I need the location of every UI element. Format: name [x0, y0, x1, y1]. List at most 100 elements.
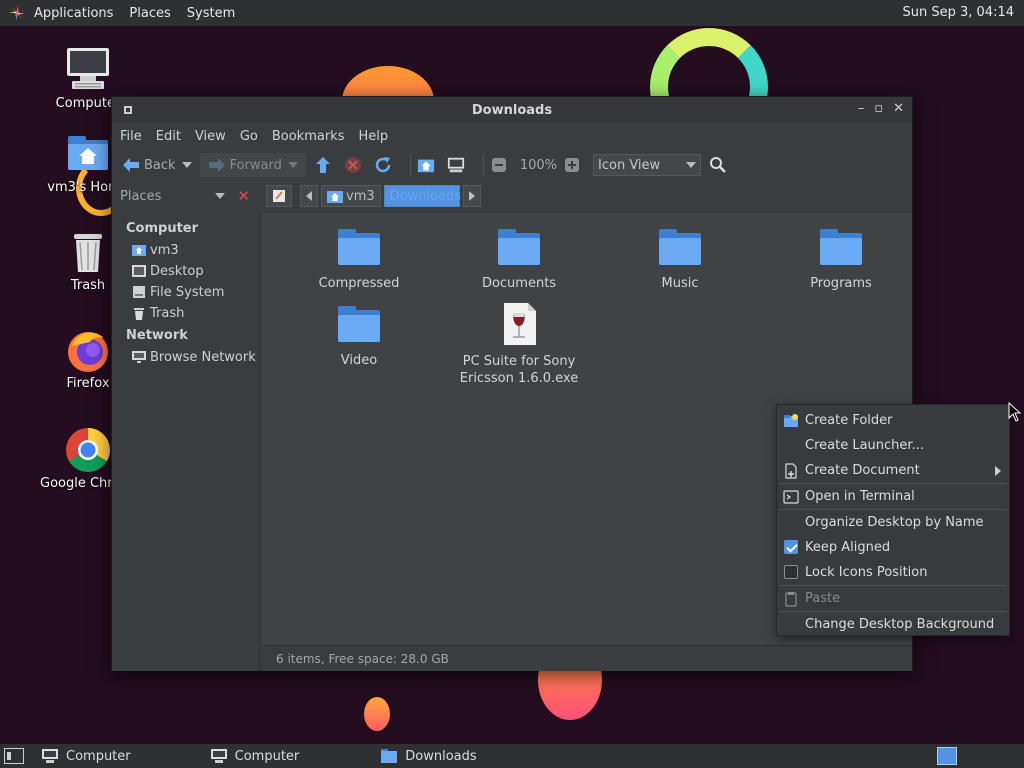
file-item-documents[interactable]: Documents — [459, 229, 579, 292]
menubar: File Edit View Go Bookmarks Help — [112, 123, 912, 149]
zoom-in-button[interactable] — [563, 156, 585, 174]
sidebar-item-file-system[interactable]: File System — [112, 282, 259, 303]
desktop-icon — [132, 264, 146, 279]
home-button[interactable] — [417, 156, 439, 174]
up-button[interactable] — [314, 156, 336, 174]
home-icon — [327, 190, 343, 203]
stop-button[interactable] — [344, 156, 366, 174]
chevron-right-icon — [995, 466, 1001, 476]
file-name: Video — [340, 353, 378, 368]
side-pane-selector[interactable]: Places ✕ — [112, 187, 260, 205]
menu-item-label: Lock Icons Position — [805, 565, 928, 580]
home-folder-icon — [64, 130, 112, 178]
applications-logo-icon[interactable] — [8, 4, 26, 22]
breadcrumb-scroll-left[interactable] — [300, 185, 318, 207]
taskbar-item-downloads[interactable]: Downloads — [381, 748, 477, 764]
zoom-out-icon — [490, 156, 508, 174]
folder-icon — [336, 306, 382, 346]
file-name: Compressed — [318, 276, 400, 291]
toggle-location-entry-button[interactable] — [266, 185, 292, 207]
applications-menu[interactable]: Applications — [34, 6, 113, 21]
file-item-programs[interactable]: Programs — [781, 229, 901, 292]
task-label: Downloads — [405, 748, 477, 764]
menu-item-lock-icons[interactable]: Lock Icons Position — [777, 560, 1009, 585]
window-title: Downloads — [471, 102, 553, 118]
menu-item-create-folder[interactable]: Create Folder — [777, 408, 1009, 433]
file-name: Documents — [481, 276, 557, 291]
computer-icon — [210, 749, 227, 763]
statusbar: 6 items, Free space: 28.0 GB — [262, 645, 912, 671]
chevron-down-icon[interactable] — [215, 193, 226, 199]
minimize-button[interactable]: – — [858, 101, 865, 116]
file-item-music[interactable]: Music — [620, 229, 740, 292]
sidebar-item-browse-network[interactable]: Browse Network — [112, 347, 259, 368]
chevron-down-icon[interactable] — [287, 162, 298, 168]
computer-button[interactable] — [447, 156, 469, 174]
menu-item-paste[interactable]: Paste — [777, 586, 1009, 611]
new-document-icon — [785, 463, 797, 479]
window-menu-icon[interactable] — [124, 106, 132, 114]
menu-go[interactable]: Go — [240, 129, 258, 144]
folder-icon — [496, 229, 542, 269]
home-icon — [417, 156, 435, 174]
chevron-right-icon — [468, 191, 475, 201]
menu-file[interactable]: File — [120, 129, 142, 144]
sidebar-item-home[interactable]: vm3 — [112, 240, 259, 261]
file-name: Music — [661, 276, 699, 291]
close-pane-icon[interactable]: ✕ — [237, 187, 250, 205]
search-button[interactable] — [709, 156, 731, 174]
system-menu[interactable]: System — [187, 6, 235, 21]
checkbox-unchecked-icon[interactable] — [784, 565, 798, 579]
menu-item-keep-aligned[interactable]: Keep Aligned — [777, 535, 1009, 560]
sidebar-item-desktop[interactable]: Desktop — [112, 261, 259, 282]
taskbar-item-computer[interactable]: Computer — [42, 749, 131, 764]
zoom-out-button[interactable] — [490, 156, 512, 174]
breadcrumb-scroll-right[interactable] — [462, 185, 481, 207]
menu-item-change-background[interactable]: Change Desktop Background — [777, 612, 1009, 637]
close-window-button[interactable]: ✕ — [893, 101, 904, 116]
window-titlebar[interactable]: Downloads – ▫ ✕ — [112, 97, 912, 123]
menu-item-label: Open in Terminal — [805, 489, 915, 504]
menu-item-open-terminal[interactable]: Open in Terminal — [777, 484, 1009, 509]
reload-button[interactable] — [374, 156, 396, 174]
taskbar-item-computer-2[interactable]: Computer — [210, 749, 299, 764]
new-folder-icon — [784, 414, 798, 427]
file-name: PC Suite for Sony Ericsson 1.6.0.exe — [459, 354, 579, 386]
menu-help[interactable]: Help — [358, 129, 388, 144]
sidebar-item-trash[interactable]: Trash — [112, 303, 259, 324]
places-menu[interactable]: Places — [129, 6, 170, 21]
show-desktop-button[interactable] — [4, 748, 24, 764]
menu-item-organize-by-name[interactable]: Organize Desktop by Name — [777, 510, 1009, 535]
menu-item-create-document[interactable]: Create Document — [777, 458, 1009, 483]
sidebar-item-label: Browse Network — [150, 350, 256, 365]
maximize-button[interactable]: ▫ — [874, 101, 883, 116]
arrow-right-icon — [208, 156, 226, 174]
home-icon — [132, 244, 146, 258]
file-item-video[interactable]: Video — [299, 306, 419, 369]
back-button[interactable]: Back — [122, 156, 192, 174]
breadcrumb-home-label: vm3 — [346, 188, 375, 204]
menu-bookmarks[interactable]: Bookmarks — [272, 129, 345, 144]
menu-view[interactable]: View — [195, 129, 226, 144]
menu-item-create-launcher[interactable]: Create Launcher... — [777, 433, 1009, 458]
view-mode-select[interactable]: Icon View — [593, 154, 702, 176]
workspace-switcher[interactable] — [937, 747, 957, 765]
chevron-down-icon[interactable] — [181, 162, 192, 168]
breadcrumb-home[interactable]: vm3 — [321, 185, 381, 207]
file-item-compressed[interactable]: Compressed — [299, 229, 419, 292]
view-mode-value: Icon View — [598, 157, 661, 173]
clock[interactable]: Sun Sep 3, 04:14 — [903, 5, 1015, 20]
forward-button[interactable]: Forward — [199, 153, 306, 177]
file-item-pc-suite-exe[interactable]: PC Suite for Sony Ericsson 1.6.0.exe — [449, 301, 589, 387]
breadcrumb-current-label: Downloads — [389, 188, 462, 204]
breadcrumb-current[interactable]: Downloads — [383, 185, 462, 207]
chrome-icon — [64, 426, 112, 474]
wine-exe-icon — [496, 301, 542, 347]
menu-edit[interactable]: Edit — [156, 129, 181, 144]
checkbox-checked-icon[interactable] — [784, 540, 798, 554]
sidebar-item-label: File System — [150, 285, 225, 300]
mouse-cursor-icon — [1008, 402, 1022, 422]
forward-label: Forward — [229, 157, 282, 173]
computer-icon — [42, 749, 58, 763]
folder-icon — [336, 229, 382, 269]
